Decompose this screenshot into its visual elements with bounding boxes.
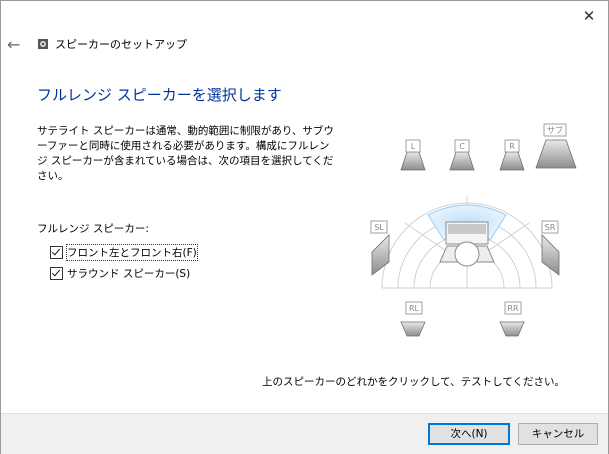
front-left-right-option[interactable]: フロント左とフロント右(F): [50, 244, 198, 261]
surround-speakers-option[interactable]: サラウンド スピーカー(S): [50, 266, 190, 281]
fullrange-section-label: フルレンジ スピーカー:: [37, 223, 149, 235]
surround-option-label: サラウンド スピーカー(S): [67, 268, 191, 280]
window-title: スピーカーのセットアップ: [55, 38, 187, 51]
back-arrow-icon[interactable]: ←: [7, 36, 25, 54]
speaker-app-icon: [38, 39, 48, 49]
cancel-button[interactable]: キャンセル: [518, 423, 598, 445]
front-option-label: フロント左とフロント右(F): [66, 244, 198, 261]
surround-checkbox[interactable]: [50, 267, 63, 280]
front-checkbox[interactable]: [50, 246, 63, 259]
close-icon[interactable]: ✕: [579, 6, 599, 26]
description-text: サテライト スピーカーは通常、動的範囲に制限があり、サブウーファーと同時に使用さ…: [37, 125, 334, 182]
page-heading: フルレンジ スピーカーを選択します: [37, 86, 282, 104]
next-button[interactable]: 次へ(N): [428, 423, 510, 445]
dialog-footer: [1, 413, 608, 454]
test-hint-text: 上のスピーカーのどれかをクリックして、テストしてください。: [262, 376, 566, 388]
window-title-row: スピーカーのセットアップ: [37, 36, 187, 52]
